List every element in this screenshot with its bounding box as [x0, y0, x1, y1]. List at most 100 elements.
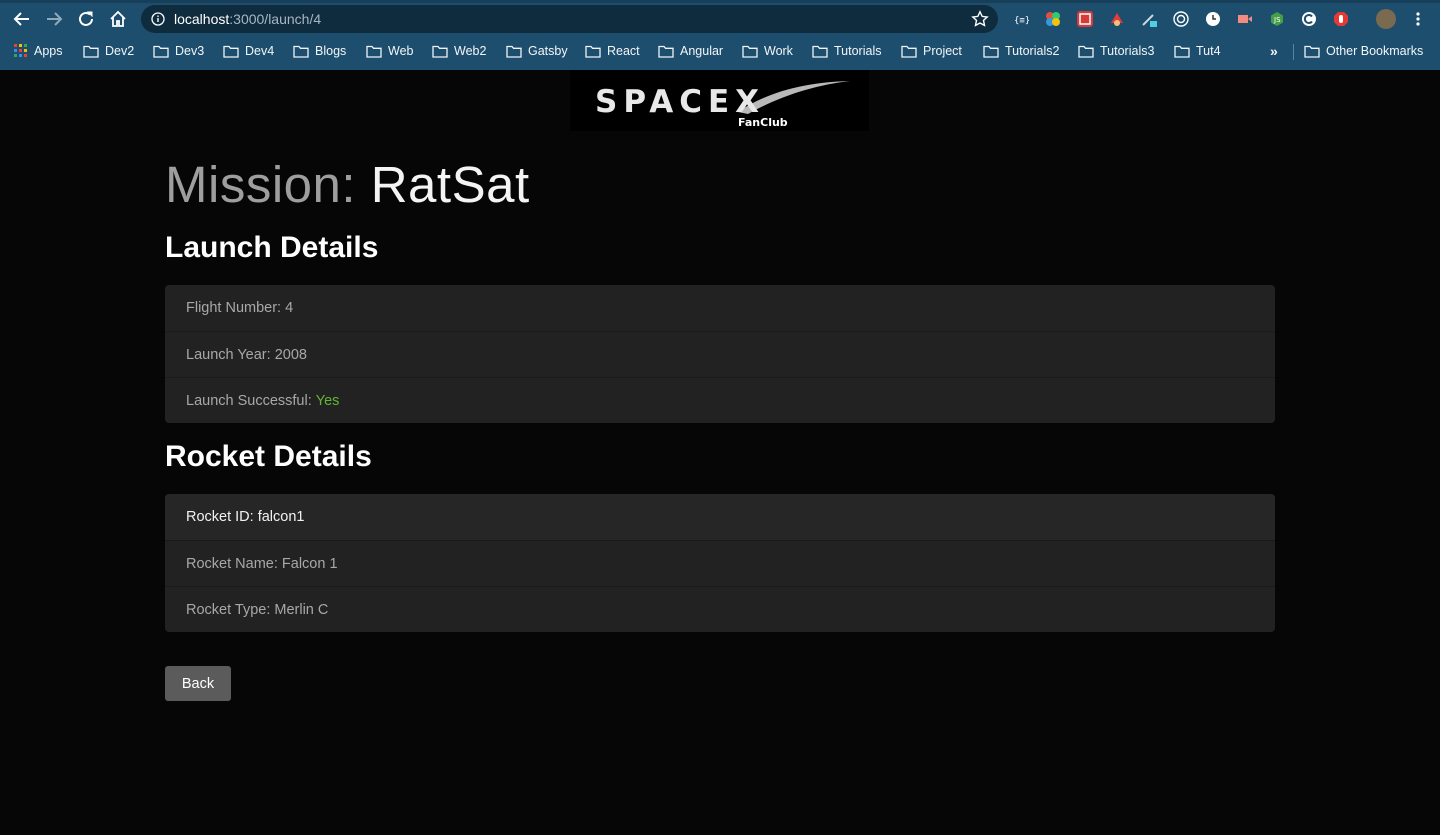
- back-arrow-icon[interactable]: [10, 7, 34, 31]
- bookmark-folder-dev3[interactable]: Dev3: [153, 42, 204, 60]
- bookmarks-divider: [1293, 44, 1294, 60]
- folder-icon: [812, 45, 828, 58]
- bookmark-folder-angular[interactable]: Angular: [658, 42, 723, 60]
- launch-details-heading: Launch Details: [165, 231, 379, 264]
- folder-icon: [1078, 45, 1094, 58]
- bookmark-label: React: [607, 44, 640, 58]
- folder-icon: [983, 45, 999, 58]
- bookmark-folder-web[interactable]: Web: [366, 42, 413, 60]
- browser-toolbar: localhost:3000/launch/4 {≡} JS: [0, 3, 1440, 35]
- folder-icon: [742, 45, 758, 58]
- bookmark-label: Other Bookmarks: [1326, 44, 1424, 58]
- color-picker-extension-icon[interactable]: [1045, 11, 1061, 27]
- list-item-rocket-name: Rocket Name: Falcon 1: [165, 540, 1275, 586]
- rocket-id-label: Rocket ID:: [186, 509, 254, 525]
- bookmark-folder-work[interactable]: Work: [742, 42, 793, 60]
- address-url[interactable]: localhost:3000/launch/4: [174, 11, 321, 27]
- logo-brand-text: SPACEX: [595, 84, 765, 120]
- flight-number-label: Flight Number:: [186, 300, 282, 316]
- bookmark-folder-tutorials[interactable]: Tutorials: [812, 42, 881, 60]
- bookmark-label: Tut4: [1196, 44, 1221, 58]
- node-extension-icon[interactable]: JS: [1269, 11, 1285, 27]
- bookmark-apps[interactable]: Apps: [14, 42, 63, 60]
- launch-success-value: Yes: [315, 392, 340, 409]
- grid-extension-icon[interactable]: [1077, 11, 1093, 27]
- rocket-id-value: falcon1: [257, 509, 305, 525]
- folder-icon: [901, 45, 917, 58]
- clock-extension-icon[interactable]: [1205, 11, 1221, 27]
- list-item-flight-number: Flight Number: 4: [165, 285, 1275, 331]
- svg-text:{≡}: {≡}: [1014, 16, 1029, 26]
- bookmark-folder-react[interactable]: React: [585, 42, 640, 60]
- list-item-launch-success: Launch Successful: Yes: [165, 377, 1275, 423]
- list-item-rocket-type: Rocket Type: Merlin C: [165, 586, 1275, 632]
- launch-details-list: Flight Number: 4 Launch Year: 2008 Launc…: [165, 285, 1275, 423]
- bookmark-label: Web2: [454, 44, 487, 58]
- apps-grid-icon: [14, 44, 27, 57]
- video-extension-icon[interactable]: [1237, 11, 1253, 27]
- folder-icon: [1304, 45, 1320, 58]
- folder-icon: [366, 45, 382, 58]
- bookmark-folder-web2[interactable]: Web2: [432, 42, 486, 60]
- mission-name: RatSat: [370, 156, 530, 213]
- launch-year-label: Launch Year:: [186, 346, 271, 363]
- bookmark-label: Blogs: [315, 44, 347, 58]
- bookmark-folder-gatsby[interactable]: Gatsby: [506, 42, 568, 60]
- bookmark-folder-dev4[interactable]: Dev4: [223, 42, 274, 60]
- pen-extension-icon[interactable]: [1141, 11, 1157, 27]
- bookmark-folder-tutorials3[interactable]: Tutorials3: [1078, 42, 1154, 60]
- folder-icon: [293, 45, 309, 58]
- bookmark-folder-tutorials2[interactable]: Tutorials2: [983, 42, 1059, 60]
- bookmark-label: Web: [388, 44, 414, 58]
- bookmark-label: Dev3: [175, 44, 205, 58]
- info-icon[interactable]: [151, 12, 165, 26]
- bookmark-label: Tutorials2: [1005, 44, 1060, 58]
- rocket-type-label: Rocket Type:: [186, 601, 271, 618]
- bookmark-label: Tutorials: [834, 44, 882, 58]
- back-button[interactable]: Back: [165, 666, 231, 701]
- bookmark-folder-dev2[interactable]: Dev2: [83, 42, 134, 60]
- list-item-rocket-id: Rocket ID: falcon1: [165, 494, 1275, 540]
- json-extension-icon[interactable]: {≡}: [1013, 11, 1030, 27]
- home-icon[interactable]: [106, 7, 130, 31]
- launch-year-value: 2008: [274, 346, 307, 363]
- profile-avatar-icon[interactable]: [1376, 9, 1396, 29]
- folder-icon: [83, 45, 99, 58]
- bookmark-folder-project[interactable]: Project: [901, 42, 962, 60]
- bookmark-label: Tutorials3: [1100, 44, 1155, 58]
- bookmark-star-icon[interactable]: [971, 10, 989, 28]
- target-extension-icon[interactable]: [1173, 11, 1189, 27]
- svg-text:JS: JS: [1273, 16, 1281, 24]
- forward-arrow-icon[interactable]: [42, 7, 66, 31]
- c-extension-icon[interactable]: [1301, 11, 1317, 27]
- reload-icon[interactable]: [74, 7, 98, 31]
- menu-icon[interactable]: [1410, 11, 1426, 27]
- page-content: SPACEX FanClub Mission: RatSat Launch De…: [0, 70, 1440, 835]
- bookmark-label: Apps: [34, 44, 63, 58]
- flight-number-value: 4: [285, 300, 294, 316]
- adblock-extension-icon[interactable]: [1333, 11, 1349, 27]
- mission-label: Mission:: [165, 156, 357, 213]
- bookmarks-bar: Apps Dev2 Dev3 Dev4 Blogs Web Web2 Gatsb…: [0, 38, 1440, 64]
- folder-icon: [506, 45, 522, 58]
- address-bar[interactable]: localhost:3000/launch/4: [141, 5, 998, 33]
- bookmark-label: Dev4: [245, 44, 275, 58]
- rocket-type-value: Merlin C: [274, 601, 329, 618]
- bookmark-label: Project: [923, 44, 962, 58]
- rocket-name-value: Falcon 1: [281, 555, 338, 572]
- rocket-name-label: Rocket Name:: [186, 555, 278, 572]
- bookmark-folder-other[interactable]: Other Bookmarks: [1304, 42, 1423, 60]
- rocket-details-list: Rocket ID: falcon1 Rocket Name: Falcon 1…: [165, 494, 1275, 632]
- bookmarks-overflow-button[interactable]: »: [1270, 43, 1278, 59]
- browser-chrome: localhost:3000/launch/4 {≡} JS Apps Dev2…: [0, 0, 1440, 70]
- bookmark-label: Gatsby: [528, 44, 568, 58]
- bookmark-label: Angular: [680, 44, 724, 58]
- launch-success-label: Launch Successful:: [186, 392, 312, 409]
- bookmark-folder-tut4[interactable]: Tut4: [1174, 42, 1221, 60]
- santa-extension-icon[interactable]: [1109, 11, 1125, 27]
- mission-title: Mission: RatSat: [165, 155, 530, 215]
- folder-icon: [585, 45, 601, 58]
- bookmark-folder-blogs[interactable]: Blogs: [293, 42, 346, 60]
- folder-icon: [432, 45, 448, 58]
- spacex-logo: SPACEX FanClub: [570, 70, 869, 131]
